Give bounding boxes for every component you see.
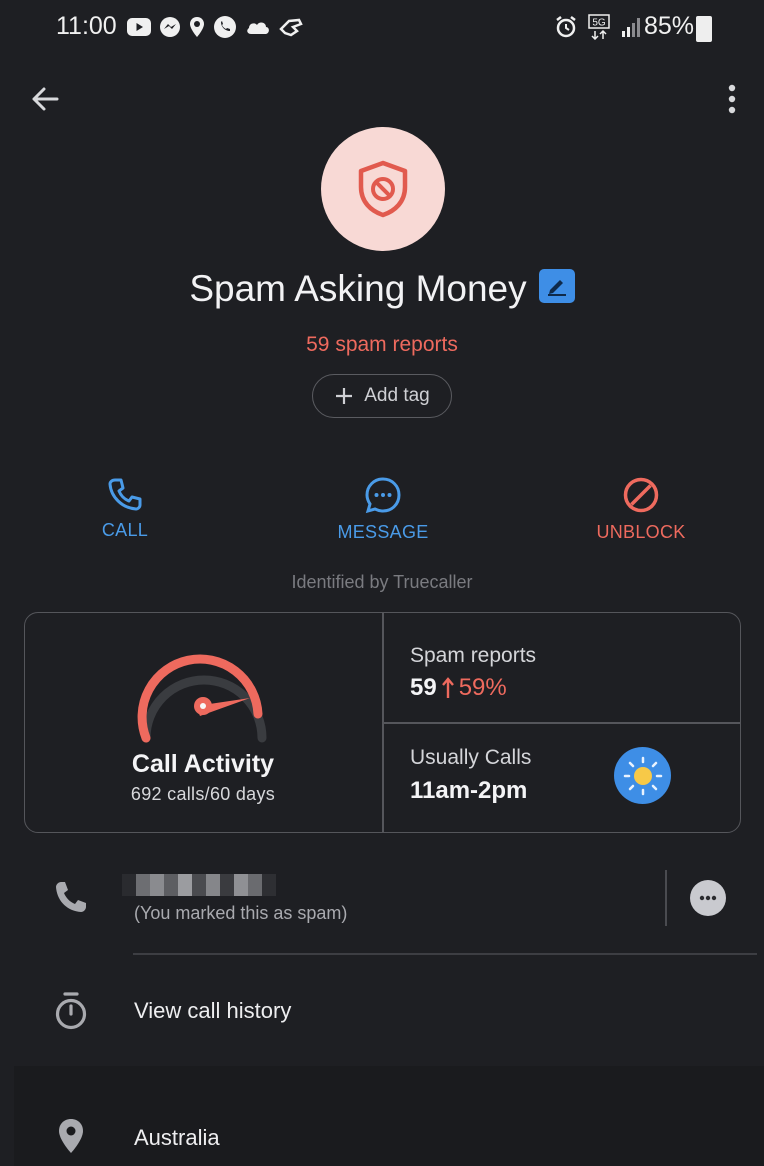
messenger-icon bbox=[160, 17, 180, 37]
more-options-button[interactable] bbox=[718, 78, 746, 120]
identified-by-label: Identified by Truecaller bbox=[291, 572, 473, 592]
plus-icon bbox=[336, 388, 353, 404]
spam-reports-value-row: 59 59% bbox=[410, 674, 507, 702]
phone-icon bbox=[56, 882, 86, 912]
arrow-up-icon bbox=[441, 677, 454, 698]
phone-icon bbox=[108, 478, 142, 511]
unblock-button[interactable]: UNBLOCK bbox=[561, 476, 721, 543]
battery-percentage: 85% bbox=[643, 12, 694, 40]
add-tag-button[interactable]: Add tag bbox=[312, 374, 452, 418]
chat-bubble-icon bbox=[699, 895, 717, 901]
alarm-icon bbox=[556, 16, 576, 38]
location-label: Australia bbox=[134, 1125, 220, 1150]
shield-block-icon bbox=[358, 160, 408, 218]
call-activity-title: Call Activity bbox=[131, 750, 275, 778]
view-call-history-link[interactable]: View call history bbox=[134, 998, 291, 1024]
add-tag-label: Add tag bbox=[364, 385, 430, 406]
row-divider-vertical bbox=[665, 870, 667, 926]
spam-reports-label: Spam reports bbox=[410, 644, 537, 667]
contact-name: Spam Asking Money bbox=[189, 268, 527, 309]
call-activity-gauge bbox=[137, 654, 267, 743]
unblock-label: UNBLOCK bbox=[596, 522, 686, 542]
spam-reports-change: 59% bbox=[458, 674, 507, 701]
whatsapp-icon bbox=[214, 16, 236, 38]
call-activity-subtitle: 692 calls/60 days bbox=[130, 784, 276, 804]
svg-text:5G: 5G bbox=[592, 18, 606, 29]
usually-calls-value: 11am-2pm bbox=[410, 777, 528, 804]
send-message-button[interactable] bbox=[690, 880, 726, 916]
5g-icon: 5G bbox=[588, 14, 610, 40]
battery-icon bbox=[696, 16, 712, 42]
arrow-left-icon bbox=[32, 87, 59, 111]
spam-reports-value: 59 bbox=[410, 674, 437, 701]
marked-as-spam-note: (You marked this as spam) bbox=[134, 903, 348, 923]
message-label: MESSAGE bbox=[337, 522, 429, 542]
hand-icon bbox=[279, 18, 303, 37]
location-section bbox=[14, 1066, 764, 1166]
youtube-icon bbox=[127, 18, 151, 36]
spam-reports-count: 59 spam reports bbox=[306, 333, 458, 356]
location-pin-icon bbox=[59, 1119, 83, 1153]
call-label: CALL bbox=[101, 520, 149, 540]
masked-phone-number[interactable] bbox=[122, 874, 276, 896]
cloud-icon bbox=[247, 22, 269, 34]
usually-calls-label: Usually Calls bbox=[410, 746, 532, 769]
sun-icon bbox=[614, 747, 671, 804]
message-button[interactable]: MESSAGE bbox=[303, 476, 463, 543]
edit-name-button[interactable] bbox=[538, 269, 575, 303]
block-icon bbox=[623, 477, 659, 513]
card-divider-horizontal bbox=[383, 722, 740, 724]
more-vert-icon bbox=[728, 84, 736, 114]
status-system-icons: 5G bbox=[554, 14, 642, 40]
status-time: 11:00 bbox=[56, 12, 117, 40]
contact-name-row: Spam Asking Money bbox=[0, 268, 764, 310]
spam-avatar bbox=[321, 127, 445, 251]
status-notification-icons bbox=[127, 15, 303, 39]
timer-icon bbox=[55, 992, 87, 1030]
location-icon bbox=[190, 17, 204, 37]
back-button[interactable] bbox=[24, 78, 66, 120]
row-divider bbox=[133, 953, 757, 955]
signal-icon bbox=[622, 18, 640, 37]
message-bubble-icon bbox=[365, 477, 401, 514]
call-button[interactable]: CALL bbox=[45, 476, 205, 541]
edit-icon bbox=[547, 280, 566, 296]
